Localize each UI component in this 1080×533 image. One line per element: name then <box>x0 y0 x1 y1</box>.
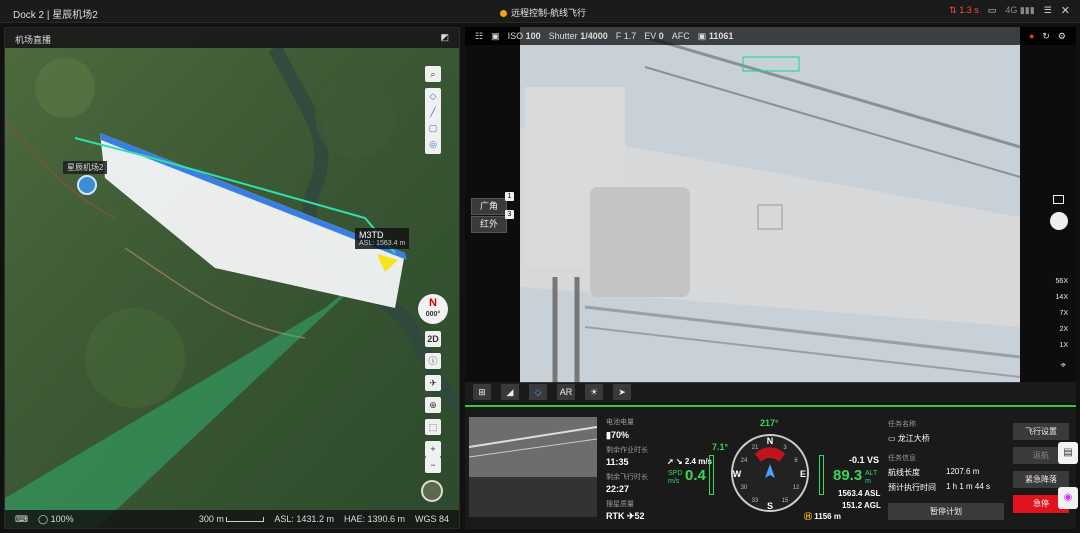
flight-status: 远程控制-航线飞行 <box>500 6 586 19</box>
settings-sliders-icon[interactable]: ☷ <box>475 31 483 42</box>
rtk-status: RTK ✈52 <box>606 511 645 521</box>
fly-to-icon[interactable]: ◢ <box>501 384 519 400</box>
est-time: 1 h 1 m 44 s <box>946 482 991 491</box>
monitor-icon[interactable]: ▭ <box>988 5 997 16</box>
hae-readout: HAE: 1390.6 m <box>343 514 405 524</box>
mission-name: ▭ 龙江大桥 <box>888 434 930 443</box>
zoom-56x[interactable]: 56X <box>1056 278 1068 285</box>
route-length: 1207.6 m <box>946 467 980 476</box>
expand-icon[interactable]: ◩ <box>440 32 449 43</box>
keyboard-icon[interactable]: ⌨ <box>15 514 28 525</box>
gear-icon[interactable]: ⚙ <box>1058 31 1066 42</box>
map-footer: ⌨ ◯ 100% 300 m ASL: 1431.2 m HAE: 1390.6… <box>5 510 459 528</box>
status-dot-icon <box>500 10 507 17</box>
lens-ir-button[interactable]: 红外 3 <box>471 210 514 233</box>
scale-bar: 300 m <box>199 514 265 524</box>
photo-mode-icon[interactable] <box>1053 195 1064 204</box>
latency: ⇅ 1.3 s <box>949 5 979 15</box>
asl-readout: ASL: 1431.2 m <box>274 514 334 524</box>
map-terrain <box>5 28 459 528</box>
camera-icon: ▣ <box>491 30 500 41</box>
focus-icon[interactable]: ⬚ <box>425 419 441 435</box>
heading-value: 217° <box>760 418 779 428</box>
grid-icon[interactable]: ⊞ <box>473 384 491 400</box>
2d-toggle-button[interactable]: 2D <box>425 331 441 347</box>
dock-label: 星辰机场2 <box>63 161 108 174</box>
agl-value: 151.2 AGL <box>842 501 881 510</box>
map-header: 机场直播 ◩ <box>5 28 459 48</box>
speed-value: 0.4 <box>685 467 706 484</box>
storage-remain: ▣ 11061 <box>697 30 734 41</box>
camera-toolbar: ⊞ ◢ ◇ AR ☀ ➤ <box>465 382 1076 403</box>
compass-e: E <box>800 469 806 479</box>
assistant-icon[interactable]: ◉ <box>1058 487 1078 509</box>
drone-label[interactable]: M3TD ASL: 1563.4 m <box>355 228 410 249</box>
svg-text:33: 33 <box>752 498 759 504</box>
menu-icon[interactable]: ☰ <box>1044 5 1052 16</box>
signal-indicator: 4G ▮▮▮ <box>1005 5 1035 15</box>
altitude-value: 89.3 <box>833 467 863 484</box>
horizontal-speed: ➚ ↘ 2.4 m/s <box>667 457 712 466</box>
camera-params: ☷ ▣ ISO 100 Shutter 1/4000 F 1.7 EV 0 AF… <box>465 27 1076 45</box>
close-icon[interactable]: ✕ <box>1061 4 1070 17</box>
locate-icon[interactable]: ⊕ <box>425 397 441 413</box>
pitch-value: 7.1° <box>712 442 729 452</box>
nav-icon[interactable]: ➤ <box>613 384 631 400</box>
layer-icon[interactable] <box>421 480 443 502</box>
svg-text:12: 12 <box>793 485 800 491</box>
title-bar: Dock 2 | 星辰机场2 远程控制-航线飞行 ⇅ 1.3 s ▭ 4G ▮▮… <box>0 0 1080 23</box>
search-icon[interactable]: ⌕ <box>425 66 441 82</box>
aircraft-icon[interactable]: ✈ <box>425 375 441 391</box>
zoom-in-button[interactable]: + <box>425 441 441 457</box>
camera-image <box>465 27 1076 403</box>
compass-w: W <box>733 469 742 479</box>
chat-icon[interactable]: ▤ <box>1058 442 1078 464</box>
battery-value: ▮70% <box>606 430 629 440</box>
compass-widget[interactable]: N 000° <box>418 294 448 324</box>
flight-settings-button[interactable]: 飞行设置 <box>1013 423 1069 440</box>
asl-value: 1563.4 ASL <box>838 489 881 498</box>
vertical-speed: -0.1 VS <box>849 455 880 465</box>
draw-tools[interactable]: ◇ ╱ ▢ ◎ <box>425 88 441 154</box>
info-icon[interactable]: ⓘ <box>425 353 441 369</box>
zoom-14x[interactable]: 14X <box>1056 294 1068 301</box>
map-panel[interactable]: 机场直播 ◩ 星辰机场2 M3TD ASL: 1563.4 m ⌕ ◇ ╱ ▢ ◎ N0… <box>4 27 460 529</box>
attitude-dial: N E S W 21 24 30 33 3 6 12 15 <box>731 434 809 512</box>
fpv-thumbnail[interactable] <box>468 417 598 517</box>
target-icon[interactable]: ⌖ <box>1060 360 1066 371</box>
instrument-panel: 电池电量 ▮70% 剩余作业时长 11:35 剩余飞行时长 22:27 搜星质量… <box>465 405 1076 529</box>
svg-text:15: 15 <box>782 498 789 504</box>
dock-marker-icon[interactable] <box>77 175 97 195</box>
zoom-2x[interactable]: 2X <box>1059 326 1068 333</box>
svg-text:24: 24 <box>741 458 748 464</box>
refresh-icon[interactable]: ↻ <box>1042 31 1050 42</box>
ar-button[interactable]: AR <box>557 384 575 400</box>
waypoint-icon[interactable]: ◇ <box>529 384 547 400</box>
svg-text:30: 30 <box>741 485 748 491</box>
shutter-button[interactable] <box>1050 212 1068 230</box>
lens-wide-button[interactable]: 广角 1 <box>471 192 514 215</box>
window-title: Dock 2 | 星辰机场2 <box>13 10 98 21</box>
light-icon[interactable]: ☀ <box>585 384 603 400</box>
speed-tape <box>709 455 714 495</box>
svg-text:21: 21 <box>752 445 759 451</box>
altitude-tape <box>819 455 824 495</box>
zoom-7x[interactable]: 7X <box>1059 310 1068 317</box>
datum-readout: WGS 84 <box>414 514 449 524</box>
emergency-land-button[interactable]: 紧急降落 <box>1013 471 1069 488</box>
zoom-percent: ◯ 100% <box>38 513 74 524</box>
zoom-out-button[interactable]: − <box>425 457 441 473</box>
pause-plan-button[interactable]: 暂停计划 <box>888 503 1004 520</box>
compass-n: N <box>767 436 774 446</box>
compass-s: S <box>767 501 773 511</box>
zoom-1x[interactable]: 1X <box>1059 342 1068 349</box>
record-icon[interactable]: ● <box>1029 31 1034 41</box>
camera-view[interactable]: ☷ ▣ ISO 100 Shutter 1/4000 F 1.7 EV 0 AF… <box>465 27 1076 403</box>
home-distance: Ⓗ 1156 m <box>804 512 841 521</box>
